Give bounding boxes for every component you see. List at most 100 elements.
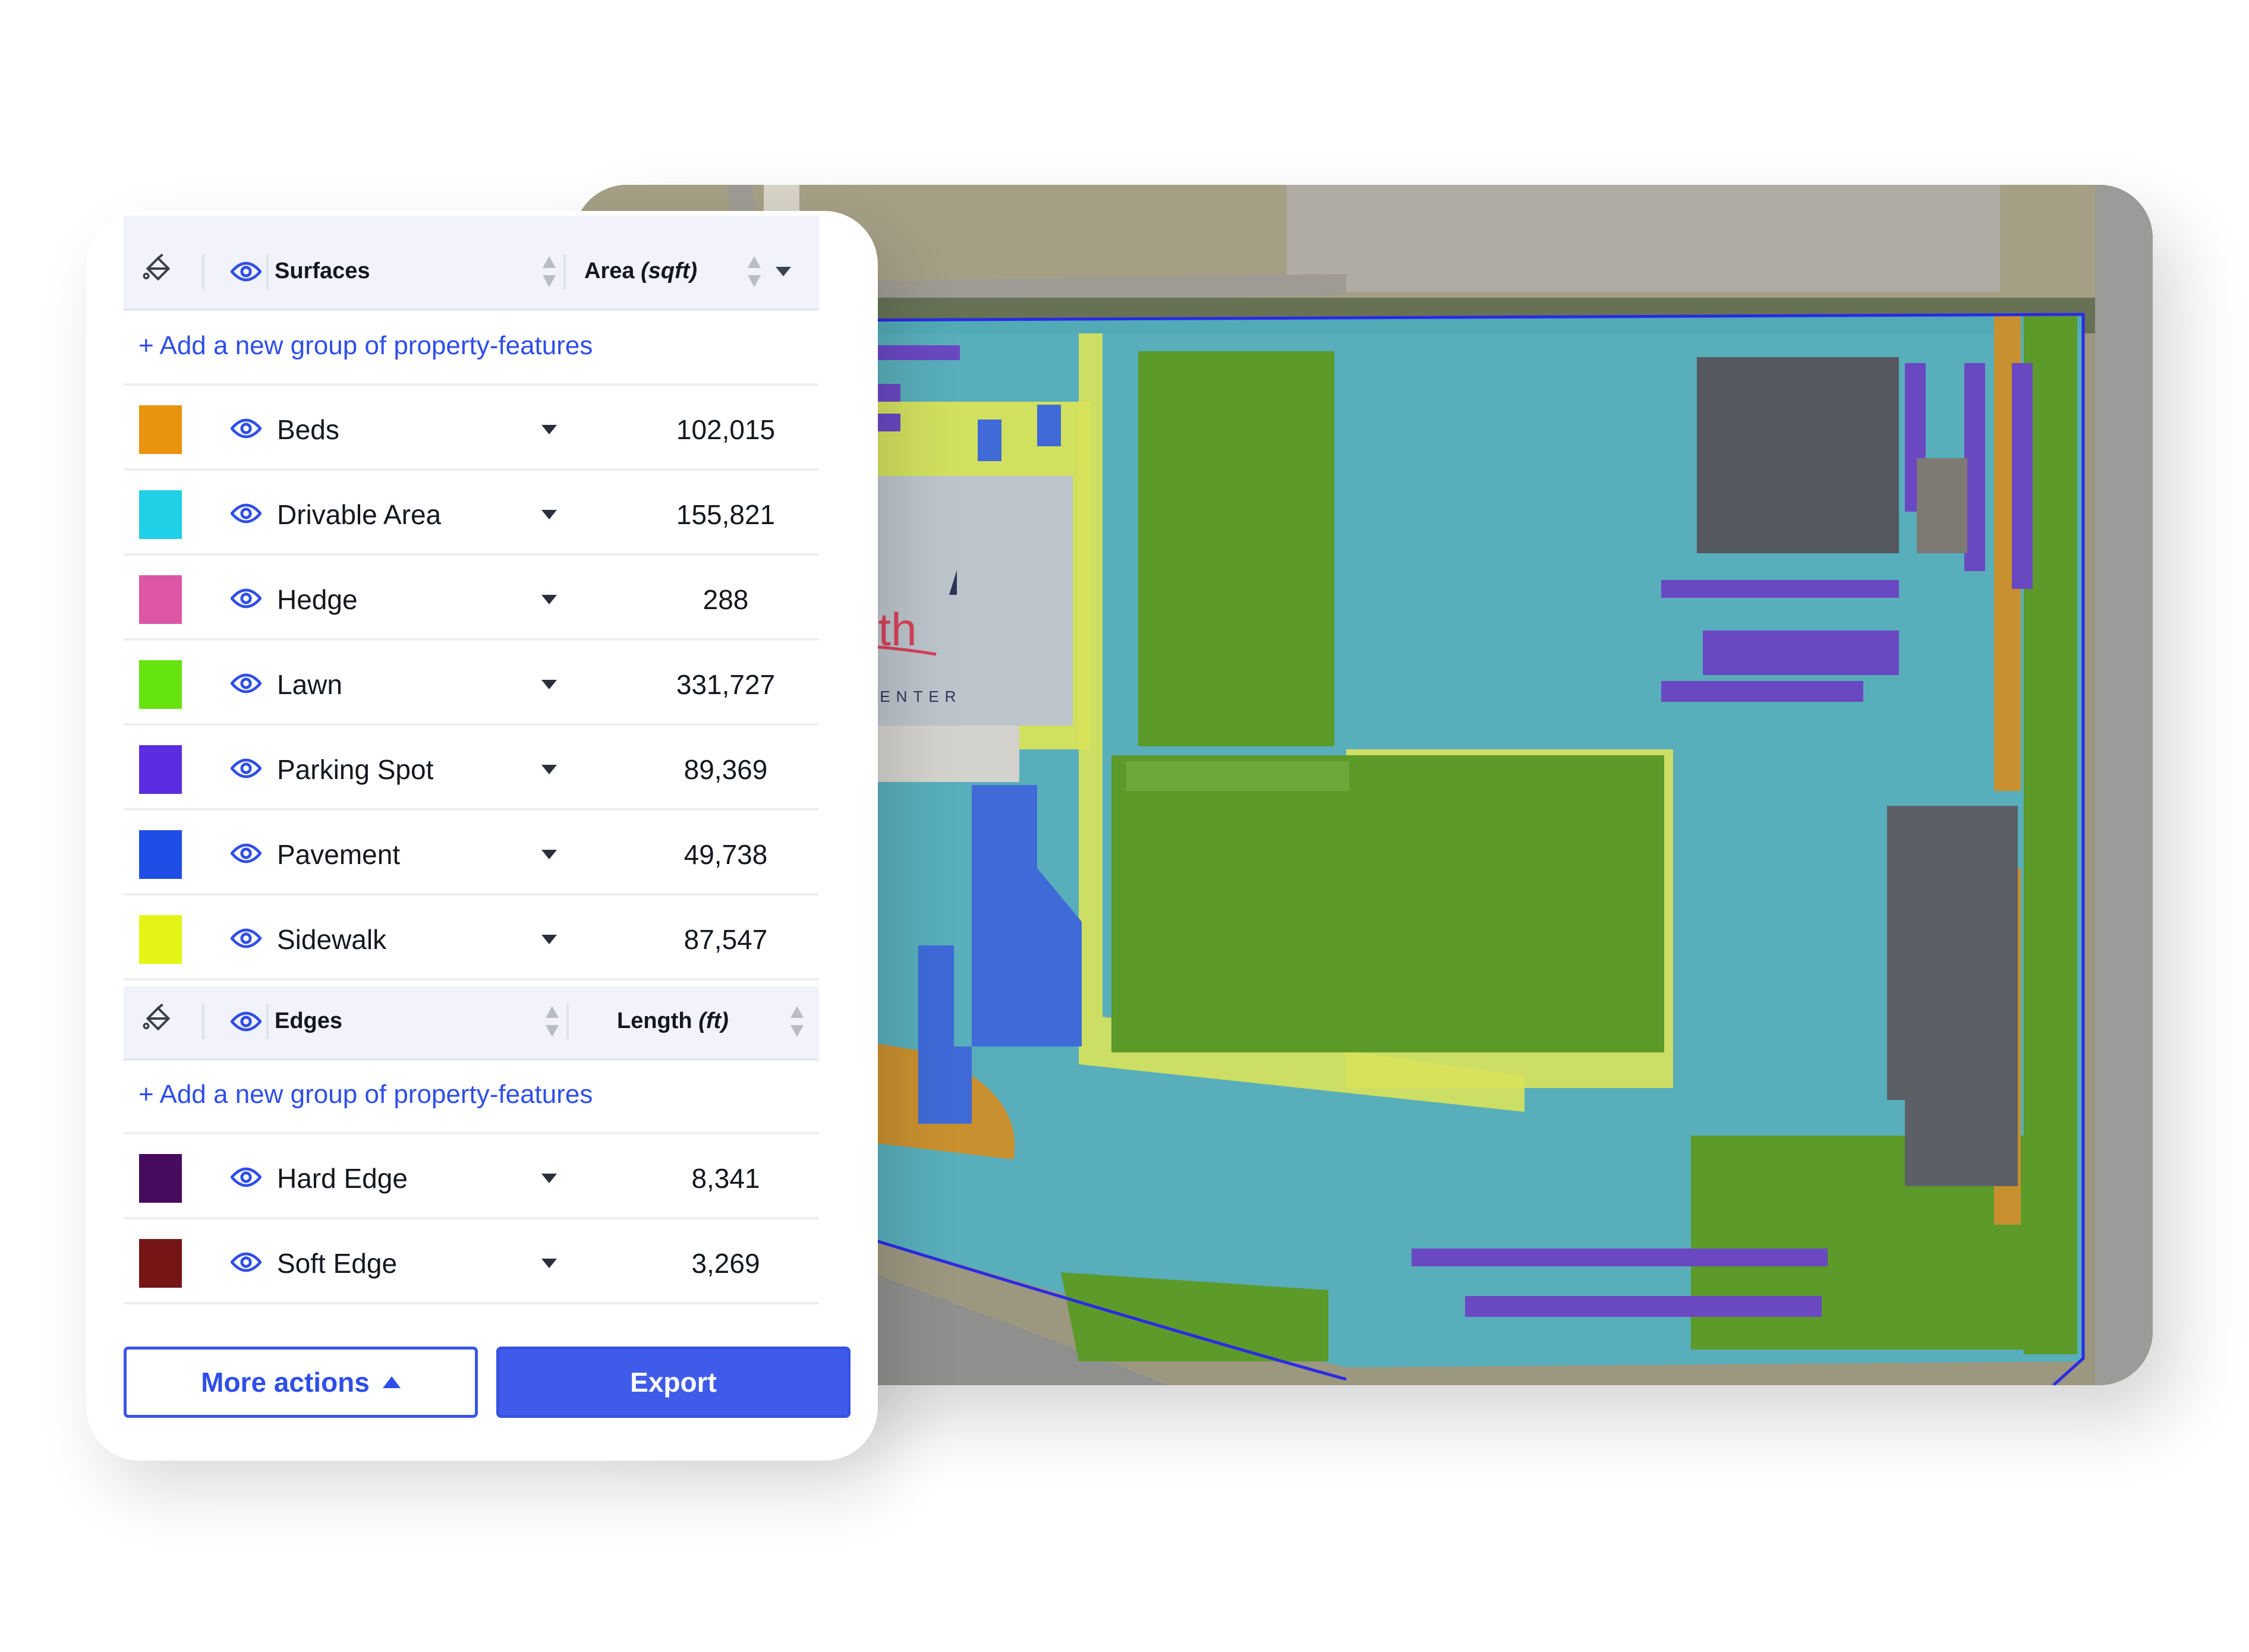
feature-label: Pavement — [277, 839, 401, 870]
chevron-down-icon[interactable] — [541, 1174, 557, 1183]
chevron-down-icon[interactable] — [541, 680, 557, 689]
feature-label: Sidewalk — [277, 924, 387, 955]
feature-row[interactable]: Soft Edge 3,269 — [124, 1219, 819, 1304]
feature-label: Hard Edge — [277, 1163, 408, 1194]
feature-row[interactable]: Sidewalk 87,547 — [124, 896, 819, 981]
chevron-down-icon[interactable] — [541, 425, 557, 434]
feature-value: 49,738 — [683, 839, 768, 870]
eye-icon[interactable] — [231, 1250, 262, 1274]
more-actions-button[interactable]: More actions — [124, 1347, 478, 1418]
sort-arrows-icon[interactable] — [541, 255, 557, 288]
color-swatch[interactable] — [139, 490, 182, 539]
eye-icon[interactable] — [231, 841, 262, 865]
north-building — [764, 185, 799, 215]
color-swatch[interactable] — [139, 1154, 182, 1203]
group-title: Surfaces — [275, 258, 370, 283]
feature-value: 8,341 — [691, 1163, 760, 1194]
add-group-link-surfaces[interactable]: + Add a new group of property-features — [138, 331, 593, 361]
parking-spot-row — [1465, 1296, 1822, 1317]
column-divider — [266, 1003, 269, 1039]
feature-row[interactable]: Pavement 49,738 — [124, 811, 819, 896]
eye-icon[interactable] — [231, 671, 262, 695]
color-swatch[interactable] — [139, 405, 182, 454]
feature-label: Lawn — [277, 669, 342, 700]
column-divider — [566, 1003, 569, 1039]
parking-spot-row — [1661, 580, 1899, 598]
eye-icon[interactable] — [231, 587, 262, 610]
chevron-down-icon[interactable] — [541, 935, 557, 944]
color-swatch[interactable] — [139, 660, 182, 709]
eye-icon[interactable] — [231, 756, 262, 780]
lawn-field-south — [1111, 755, 1664, 1052]
southeast-building — [1887, 806, 2018, 1186]
add-group-link-edges[interactable]: + Add a new group of property-features — [138, 1080, 593, 1109]
parking-spot-row — [2012, 363, 2033, 589]
eye-icon[interactable] — [231, 417, 262, 440]
chevron-down-icon[interactable] — [541, 595, 557, 604]
eye-icon[interactable] — [231, 502, 262, 525]
length-column-header[interactable]: Length (ft) — [617, 1008, 729, 1034]
feature-label: Soft Edge — [277, 1248, 398, 1279]
feature-row[interactable]: Drivable Area 155,821 — [124, 471, 819, 556]
chevron-down-icon[interactable] — [541, 850, 557, 859]
sort-arrows-icon[interactable] — [789, 1005, 805, 1038]
feature-label: Parking Spot — [277, 754, 434, 785]
export-label: Export — [630, 1367, 717, 1398]
chevron-down-icon[interactable] — [541, 765, 557, 774]
eye-icon[interactable] — [231, 1165, 262, 1189]
feature-value: 87,547 — [683, 924, 768, 955]
color-swatch[interactable] — [139, 830, 182, 879]
lawn-field-north — [1138, 351, 1334, 746]
sort-arrows-icon[interactable] — [544, 1005, 560, 1038]
feature-value: 3,269 — [691, 1248, 760, 1279]
north-parking-lot — [1287, 185, 2000, 292]
pavement-region — [978, 420, 1001, 461]
column-divider — [563, 253, 566, 289]
small-building — [1917, 458, 1967, 553]
east-road — [2095, 185, 2153, 1385]
area-column-header[interactable]: Area (sqft) — [584, 258, 697, 284]
chevron-down-icon[interactable] — [541, 510, 557, 519]
property-features-panel: Surfaces Area (sqft) + Add a new group o… — [86, 211, 878, 1461]
eye-icon[interactable] — [231, 926, 262, 950]
field-marking — [1126, 761, 1349, 791]
group-title: Edges — [275, 1008, 343, 1033]
column-label: Area — [584, 258, 635, 283]
feature-label: Drivable Area — [277, 499, 442, 530]
export-button[interactable]: Export — [496, 1347, 851, 1418]
east-building — [1697, 357, 1899, 553]
feature-row[interactable]: Beds 102,015 — [124, 386, 819, 471]
column-divider — [202, 253, 204, 289]
column-unit: (sqft) — [641, 258, 698, 283]
paint-bucket-icon[interactable] — [140, 1003, 176, 1039]
feature-row[interactable]: Hedge 288 — [124, 556, 819, 641]
feature-value: 331,727 — [676, 669, 776, 700]
feature-value: 288 — [703, 584, 749, 615]
column-unit: (ft) — [698, 1008, 729, 1033]
eye-icon[interactable] — [231, 260, 262, 283]
column-divider — [202, 1003, 204, 1039]
feature-row[interactable]: Lawn 331,727 — [124, 641, 819, 726]
chevron-down-icon[interactable] — [776, 266, 791, 276]
parking-spot-row — [1964, 363, 1985, 571]
color-swatch[interactable] — [139, 575, 182, 624]
color-swatch[interactable] — [139, 915, 182, 964]
group-header-surfaces: Surfaces Area (sqft) — [124, 216, 819, 311]
parking-spot-row — [1412, 1249, 1828, 1266]
feature-label: Beds — [277, 414, 339, 445]
feature-row[interactable]: Parking Spot 89,369 — [124, 726, 819, 811]
chevron-down-icon[interactable] — [541, 1259, 557, 1268]
color-swatch[interactable] — [139, 1239, 182, 1288]
paint-bucket-icon[interactable] — [140, 253, 176, 289]
eye-icon[interactable] — [231, 1010, 262, 1033]
color-swatch[interactable] — [139, 745, 182, 794]
column-divider — [266, 253, 269, 289]
column-label: Length — [617, 1008, 692, 1033]
group-header-edges: Edges Length (ft) — [124, 986, 819, 1061]
feature-label: Hedge — [277, 584, 358, 615]
feature-value: 155,821 — [676, 499, 776, 530]
feature-value: 102,015 — [676, 414, 776, 445]
sort-arrows-icon[interactable] — [746, 255, 762, 288]
feature-row[interactable]: Hard Edge 8,341 — [124, 1134, 819, 1219]
more-actions-label: More actions — [201, 1367, 370, 1398]
